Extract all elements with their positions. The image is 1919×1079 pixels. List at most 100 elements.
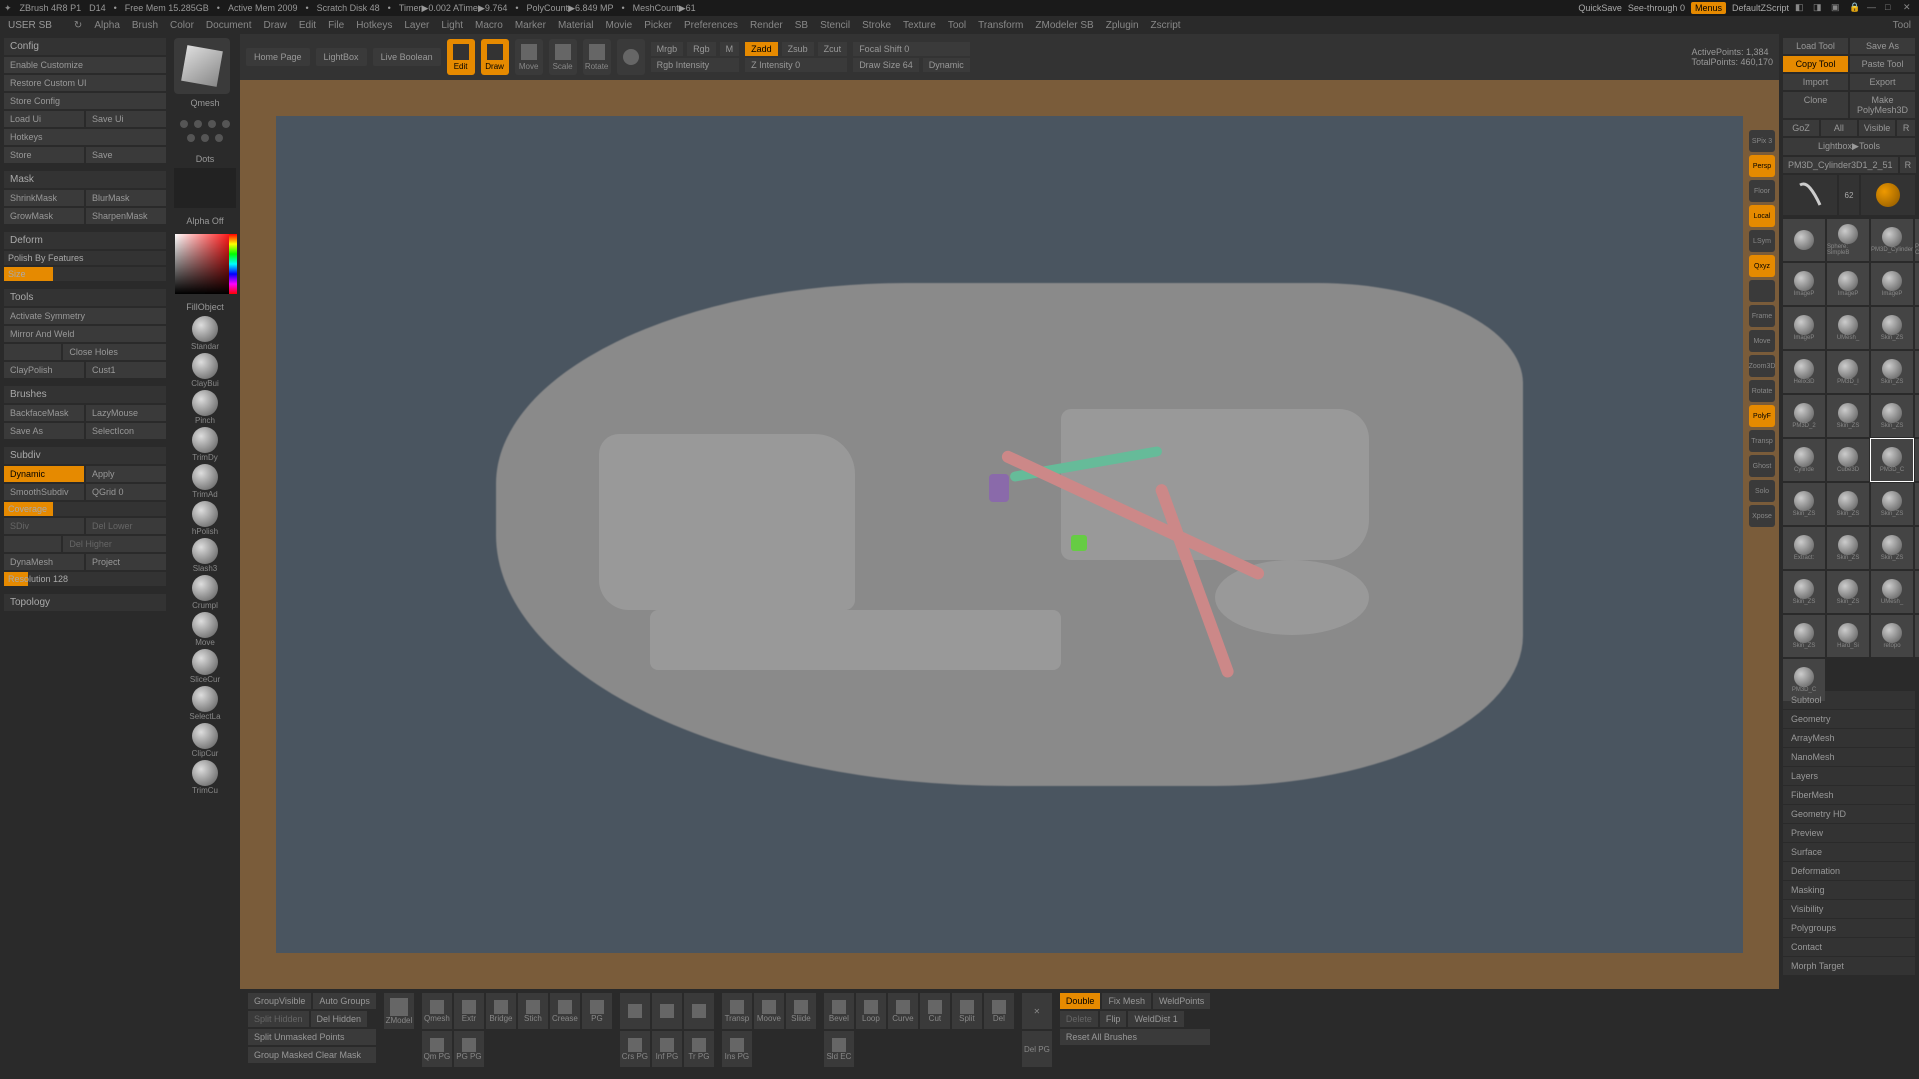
tool-thumb[interactable]: PM3D_C [1915, 615, 1919, 657]
tool-thumb[interactable]: Skin_ZS [1915, 527, 1919, 569]
tool-thumb[interactable]: Skin_ZS [1783, 615, 1825, 657]
move-tool[interactable]: Move [515, 39, 543, 75]
bottom-split[interactable]: Split [952, 993, 982, 1029]
menu-edit[interactable]: Edit [299, 20, 316, 31]
menu-zplugin[interactable]: Zplugin [1106, 20, 1139, 31]
bottom-bridge[interactable]: Bridge [486, 993, 516, 1029]
zadd-chip[interactable]: Zadd [745, 42, 778, 56]
goz-button[interactable]: GoZ [1783, 120, 1819, 136]
menu-draw[interactable]: Draw [264, 20, 287, 31]
resolution-slider[interactable]: Resolution 128 [4, 572, 166, 586]
import-button[interactable]: Import [1783, 74, 1848, 90]
accordion-surface[interactable]: Surface [1783, 843, 1915, 861]
delpg-button[interactable]: Del PG [1022, 1031, 1052, 1067]
bottom-cut[interactable]: Cut [920, 993, 950, 1029]
shrinkmask-button[interactable]: ShrinkMask [4, 190, 84, 206]
refresh-icon[interactable]: ↻ [74, 20, 82, 31]
brush-standar[interactable]: Standar [191, 316, 219, 351]
tool-thumb[interactable]: Skin_ZS [1871, 527, 1913, 569]
bottom-loop[interactable]: Loop [856, 993, 886, 1029]
menu-brush[interactable]: Brush [132, 20, 158, 31]
export-button[interactable]: Export [1850, 74, 1915, 90]
viewport-qxyz[interactable]: Qxyz [1749, 255, 1775, 277]
tool-thumb[interactable]: PM3D_I [1827, 351, 1869, 393]
tool-thumb[interactable]: Skin_ZS [1783, 483, 1825, 525]
growmask-button[interactable]: GrowMask [4, 208, 84, 224]
menu-picker[interactable]: Picker [644, 20, 672, 31]
zsub-chip[interactable]: Zsub [782, 42, 814, 56]
menu-macro[interactable]: Macro [475, 20, 503, 31]
brush-slicecur[interactable]: SliceCur [190, 649, 220, 684]
load-ui-button[interactable]: Load Ui [4, 111, 84, 127]
tool-thumb[interactable]: Skin_ZS [1827, 395, 1869, 437]
tool-thumb[interactable]: Skin_ZS [1871, 483, 1913, 525]
maximize-icon[interactable]: □ [1885, 2, 1897, 14]
tool-thumb[interactable]: Sphere: SimpleB [1827, 219, 1869, 261]
menu-stroke[interactable]: Stroke [862, 20, 891, 31]
defaultzscript-button[interactable]: DefaultZScript [1732, 3, 1789, 13]
close-holes-button[interactable]: Close Holes [63, 344, 166, 360]
viewport-local[interactable]: Local [1749, 205, 1775, 227]
pastetool-button[interactable]: Paste Tool [1850, 56, 1915, 72]
project-button[interactable]: Project [86, 554, 166, 570]
tool-thumb[interactable]: Skin_ZS [1871, 307, 1913, 349]
edit-tool[interactable]: Edit [447, 39, 475, 75]
lock-icon[interactable]: 🔒 [1849, 2, 1861, 14]
bottom-pg[interactable]: PG [582, 993, 612, 1029]
tool-thumb[interactable]: Skin_ZS [1871, 395, 1913, 437]
menu-zmodeler[interactable]: ZModeler SB [1035, 20, 1093, 31]
makepoly-button[interactable]: Make PolyMesh3D [1850, 92, 1915, 118]
window-icon[interactable]: ▣ [1831, 2, 1843, 14]
tool-thumb[interactable]: Skin_ZS [1915, 395, 1919, 437]
menu-hotkeys[interactable]: Hotkeys [356, 20, 392, 31]
tool-thumb-alt[interactable] [1861, 175, 1915, 215]
loadtool-button[interactable]: Load Tool [1783, 38, 1848, 54]
flip-button[interactable]: Flip [1100, 1011, 1127, 1027]
accordion-contact[interactable]: Contact [1783, 938, 1915, 956]
save-ui-button[interactable]: Save Ui [86, 111, 166, 127]
qgrid-button[interactable]: QGrid 0 [86, 484, 166, 500]
tool-thumb[interactable]: Cube3D [1827, 439, 1869, 481]
dynamic-button[interactable]: Dynamic [4, 466, 84, 482]
all-button[interactable]: All [1821, 120, 1857, 136]
tool-thumb[interactable]: ImageP [1783, 263, 1825, 305]
tool-thumb[interactable]: ImageP [1783, 307, 1825, 349]
brush-crumpl[interactable]: Crumpl [192, 575, 218, 610]
seethrough-slider[interactable]: See-through 0 [1628, 3, 1685, 13]
home-button[interactable]: Home Page [246, 48, 310, 66]
z-intensity[interactable]: Z Intensity 0 [745, 58, 847, 72]
brush-claybui[interactable]: ClayBui [191, 353, 219, 388]
size-slider[interactable]: Size [4, 267, 166, 281]
scale-tool[interactable]: Scale [549, 39, 577, 75]
tool-thumb[interactable]: ImageP [1915, 263, 1919, 305]
menu-alpha[interactable]: Alpha [94, 20, 120, 31]
tool-thumb[interactable]: PolyMe Cube3D [1915, 219, 1919, 261]
blurmask-button[interactable]: BlurMask [86, 190, 166, 206]
tool-thumb[interactable]: ImageP [1871, 263, 1913, 305]
brush-clipcur[interactable]: ClipCur [192, 723, 219, 758]
menu-movie[interactable]: Movie [606, 20, 633, 31]
menu-light[interactable]: Light [441, 20, 463, 31]
store-button[interactable]: Store [4, 147, 84, 163]
groupvisible-button[interactable]: GroupVisible [248, 993, 311, 1009]
tool-thumb[interactable]: UMesh_ [1827, 307, 1869, 349]
viewport-ghost[interactable]: Ghost [1749, 455, 1775, 477]
menu-preferences[interactable]: Preferences [684, 20, 738, 31]
tool-thumb[interactable]: Helix3D [1915, 307, 1919, 349]
saveas-tool-button[interactable]: Save As [1850, 38, 1915, 54]
tool-thumb[interactable]: UMesh_ [1871, 571, 1913, 613]
weldpoints-button[interactable]: WeldPoints [1153, 993, 1210, 1009]
accordion-polygroups[interactable]: Polygroups [1783, 919, 1915, 937]
menu-document[interactable]: Document [206, 20, 252, 31]
sharpenmask-button[interactable]: SharpenMask [86, 208, 166, 224]
accordion-morphtarget[interactable]: Morph Target [1783, 957, 1915, 975]
close-icon[interactable]: ✕ [1903, 2, 1915, 14]
accordion-nanomesh[interactable]: NanoMesh [1783, 748, 1915, 766]
tool-thumb[interactable]: retopo [1871, 615, 1913, 657]
menu-tool[interactable]: Tool [948, 20, 966, 31]
store-config-button[interactable]: Store Config [4, 93, 166, 109]
tool-thumb[interactable]: UMesh_ [1915, 571, 1919, 613]
gizmo-tool[interactable] [617, 39, 645, 75]
menus-button[interactable]: Menus [1691, 2, 1726, 14]
menu-tool-right[interactable]: Tool [1893, 20, 1911, 31]
